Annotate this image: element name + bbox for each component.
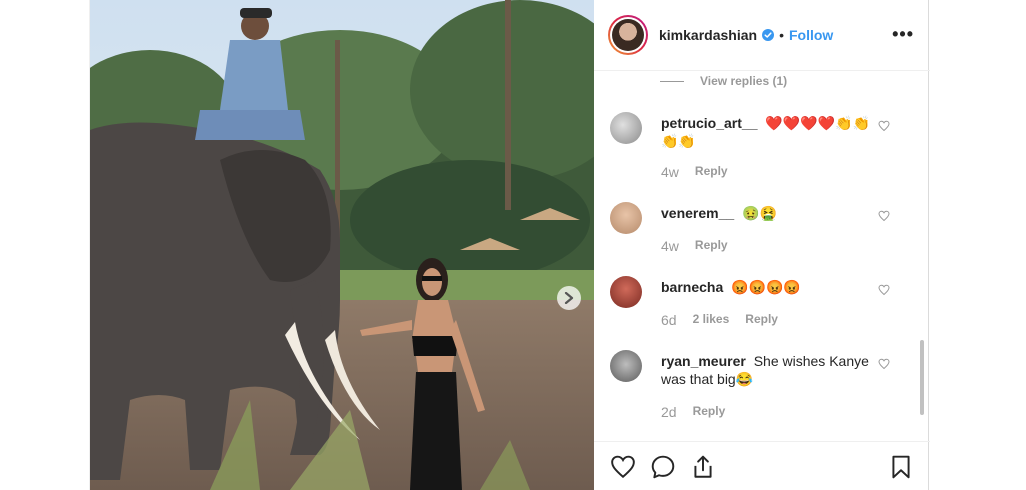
heart-icon[interactable]	[610, 454, 636, 480]
comment-time: 4w	[661, 164, 679, 180]
comment-body: venerem__ 🤢🤮	[661, 204, 876, 222]
comment-body: ryan_meurer She wishes Kanye was that bi…	[661, 352, 876, 388]
reply-button[interactable]: Reply	[695, 164, 728, 180]
comment-like-icon[interactable]	[878, 284, 890, 296]
comment-time: 6d	[661, 312, 677, 328]
comment-username[interactable]: venerem__	[661, 205, 734, 221]
post-image	[90, 0, 594, 490]
reply-button[interactable]: Reply	[695, 238, 728, 254]
post-header: kimkardashian • Follow •••	[594, 0, 930, 71]
comment-item: ryan_meurer She wishes Kanye was that bi…	[610, 350, 910, 420]
comment-username[interactable]: petrucio_art__	[661, 115, 757, 131]
comment-time: 2d	[661, 404, 677, 420]
replies-line	[660, 80, 684, 82]
post-photo[interactable]	[90, 0, 594, 490]
comment-username[interactable]: barnecha	[661, 279, 723, 295]
comment-like-icon[interactable]	[878, 120, 890, 132]
reply-button[interactable]: Reply	[745, 312, 778, 328]
comment-time: 4w	[661, 238, 679, 254]
comment-item: venerem__ 🤢🤮 4w Reply	[610, 202, 910, 258]
header-separator: •	[779, 27, 784, 43]
post-container: kimkardashian • Follow ••• View replies …	[89, 0, 930, 490]
comment-like-icon[interactable]	[878, 210, 890, 222]
view-replies-button[interactable]: View replies (1)	[660, 74, 787, 88]
comment-text: 😡😡😡😡	[731, 279, 801, 295]
comment-text: 🤢🤮	[742, 205, 777, 221]
instagram-post-modal: kimkardashian • Follow ••• View replies …	[0, 0, 1026, 490]
commenter-avatar[interactable]	[610, 350, 642, 382]
comment-body: barnecha 😡😡😡😡	[661, 278, 876, 296]
bookmark-icon[interactable]	[888, 454, 914, 480]
comments-list: View replies (1) petrucio_art__ ❤️❤️❤️❤️…	[594, 72, 930, 440]
comments-scrollbar[interactable]	[920, 340, 924, 415]
commenter-avatar[interactable]	[610, 276, 642, 308]
verified-badge-icon	[762, 29, 775, 41]
comment-like-icon[interactable]	[878, 358, 890, 370]
chevron-right-icon	[564, 292, 574, 304]
share-icon[interactable]	[690, 454, 716, 480]
next-image-button[interactable]	[557, 286, 581, 310]
view-replies-label: View replies (1)	[700, 74, 788, 88]
comment-meta: 4w Reply	[661, 164, 728, 180]
comment-meta: 4w Reply	[661, 238, 728, 254]
comment-item: barnecha 😡😡😡😡 6d 2 likes Reply	[610, 276, 910, 332]
avatar[interactable]	[608, 15, 648, 55]
comment-meta: 6d 2 likes Reply	[661, 312, 778, 328]
post-sidebar: kimkardashian • Follow ••• View replies …	[594, 0, 930, 490]
comment-body: petrucio_art__ ❤️❤️❤️❤️👏👏👏👏	[661, 114, 876, 150]
likes-count[interactable]: 2 likes	[693, 312, 730, 328]
comment-item: petrucio_art__ ❤️❤️❤️❤️👏👏👏👏 4w Reply	[610, 112, 910, 182]
comment-username[interactable]: ryan_meurer	[661, 353, 746, 369]
follow-button[interactable]: Follow	[789, 27, 833, 43]
comment-icon[interactable]	[650, 454, 676, 480]
reply-button[interactable]: Reply	[693, 404, 726, 420]
header-username[interactable]: kimkardashian	[659, 27, 757, 43]
more-options-button[interactable]: •••	[892, 25, 914, 43]
post-actions	[594, 441, 930, 490]
comment-meta: 2d Reply	[661, 404, 725, 420]
commenter-avatar[interactable]	[610, 202, 642, 234]
commenter-avatar[interactable]	[610, 112, 642, 144]
